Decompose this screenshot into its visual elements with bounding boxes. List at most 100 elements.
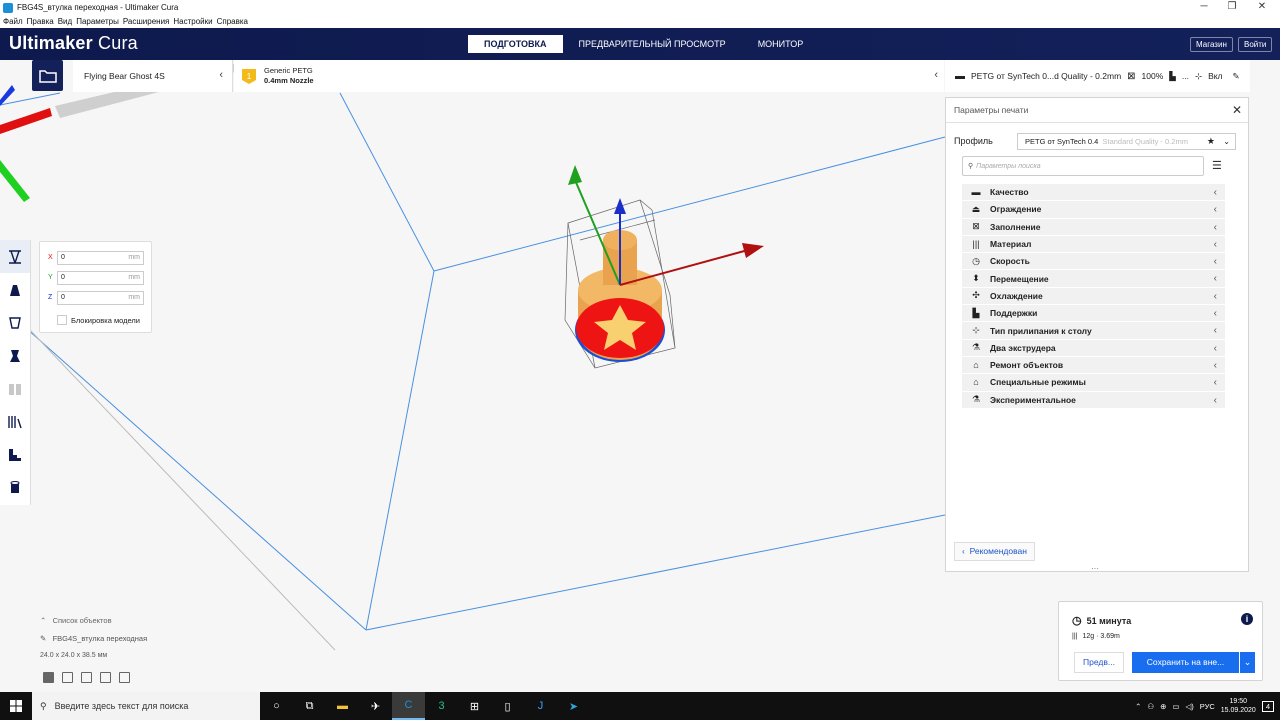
settings-category[interactable]: ◷ Скорость ‹ [962, 253, 1225, 271]
language-indicator[interactable]: РУС [1200, 702, 1215, 711]
preview-button[interactable]: Предв... [1074, 652, 1124, 673]
settings-category[interactable]: ||| Материал ‹ [962, 235, 1225, 254]
menu-edit[interactable]: Правка [27, 17, 54, 26]
view-right-button[interactable] [119, 672, 130, 683]
volume-icon[interactable]: ◁) [1185, 702, 1193, 711]
view-3d-button[interactable] [43, 672, 54, 683]
app-phone-icon[interactable]: ▯ [491, 692, 524, 720]
chevron-left-icon: ‹ [1213, 187, 1217, 198]
signin-button[interactable]: Войти [1238, 37, 1273, 52]
per-model-icon [9, 383, 21, 395]
settings-category[interactable]: ▬ Качество ‹ [962, 184, 1225, 202]
chevron-up-icon: ⌃ [40, 616, 47, 625]
cortana-icon[interactable]: ○ [260, 692, 293, 720]
settings-category[interactable]: ⚗ Два экструдера ‹ [962, 339, 1225, 357]
travel-icon: ⬍ [972, 273, 980, 284]
app-3-icon[interactable]: 3 [425, 692, 458, 720]
object-list-toggle[interactable]: ⌃ Список объектов [40, 616, 112, 625]
app-icon[interactable]: ✈ [359, 692, 392, 720]
app-j-icon[interactable]: J [524, 692, 557, 720]
globe-icon[interactable]: ⊕ [1160, 702, 1166, 711]
profile-dropdown[interactable]: PETG от SynTech 0.4 Standard Quality - 0… [1017, 132, 1236, 150]
settings-category[interactable]: ⊹ Тип прилипания к столу ‹ [962, 322, 1225, 340]
minimize-button[interactable]: ─ [1190, 0, 1218, 15]
marketplace-button[interactable]: Магазин [1190, 37, 1233, 52]
settings-category[interactable]: ⬍ Перемещение ‹ [962, 270, 1225, 288]
lock-model-checkbox[interactable]: Блокировка модели [57, 315, 140, 325]
support-blocker-button[interactable] [0, 405, 30, 438]
x-coordinate-input[interactable]: 0 mm [57, 250, 144, 265]
chevron-up-icon[interactable]: ⌃ [1135, 702, 1141, 711]
monitor-icon[interactable]: ▭ [1172, 702, 1179, 711]
print-settings-summary[interactable]: ▬ PETG от SynTech 0...d Quality - 0.2mm … [945, 60, 1250, 92]
store-icon[interactable]: ⊞ [458, 692, 491, 720]
settings-category[interactable]: ✣ Охлаждение ‹ [962, 287, 1225, 306]
y-coordinate-input[interactable]: 0 mm [57, 270, 144, 285]
cooling-icon: ✣ [972, 290, 980, 301]
object-name[interactable]: ✎ FBG4S_втулка переходная [40, 634, 147, 643]
chevron-left-icon: ‹ [1213, 273, 1217, 285]
settings-category[interactable]: ⏏ Ограждение ‹ [962, 201, 1225, 219]
settings-menu-icon[interactable]: ☰ [1212, 159, 1222, 172]
stage-tabs: ПОДГОТОВКА ПРЕДВАРИТЕЛЬНЫЙ ПРОСМОТР МОНИ… [468, 35, 819, 53]
save-options-dropdown[interactable]: ⌄ [1240, 652, 1255, 673]
svg-text:1: 1 [247, 72, 252, 81]
move-tool-button[interactable] [0, 240, 30, 273]
cylinder-icon [10, 480, 20, 493]
telegram-icon[interactable]: ➤ [557, 692, 590, 720]
view-left-button[interactable] [100, 672, 111, 683]
settings-category[interactable]: ▙ Поддержки ‹ [962, 305, 1225, 323]
menu-view[interactable]: Вид [58, 17, 72, 26]
settings-category-list: ▬ Качество ‹ ⏏ Ограждение ‹ ⊠ Заполнение ‹ ||| Мат… [962, 184, 1225, 409]
recommended-button[interactable]: ‹ Рекомендован [954, 542, 1035, 561]
menu-preferences[interactable]: Настройки [173, 17, 212, 26]
menu-settings[interactable]: Параметры [76, 17, 119, 26]
resize-handle-icon[interactable]: ··· [1091, 564, 1099, 573]
menu-file[interactable]: Файл [3, 17, 23, 26]
settings-category[interactable]: ⌂ Ремонт объектов ‹ [962, 356, 1225, 375]
menu-extensions[interactable]: Расширения [123, 17, 170, 26]
taskbar-search[interactable]: ⚲ Введите здесь текст для поиска [32, 692, 260, 720]
view-front-button[interactable] [62, 672, 73, 683]
dual-extruder-icon: ⚗ [971, 342, 981, 353]
settings-search-input[interactable]: ⚲ Параметры поиска [962, 156, 1204, 176]
maximize-button[interactable]: ❐ [1218, 0, 1246, 15]
settings-category[interactable]: ⌂ Специальные режимы ‹ [962, 374, 1225, 392]
start-button[interactable] [0, 692, 32, 720]
close-icon[interactable]: ✕ [1232, 98, 1242, 122]
checkbox-box[interactable] [57, 315, 67, 325]
save-to-removable-button[interactable]: Сохранить на вне... [1132, 652, 1239, 673]
cura-taskbar-icon[interactable]: C [392, 692, 425, 720]
network-icon[interactable]: ⚇ [1147, 702, 1154, 711]
open-file-button[interactable] [32, 60, 63, 91]
rotate-tool-button[interactable] [0, 306, 30, 339]
menu-bar: Файл Правка Вид Параметры Расширения Нас… [0, 15, 1280, 28]
scale-tool-button[interactable] [0, 273, 30, 306]
clock-icon: ◷ [1072, 615, 1082, 627]
info-icon[interactable]: i [1241, 613, 1253, 625]
file-explorer-icon[interactable]: ▬ [326, 692, 359, 720]
printer-selector[interactable]: Flying Bear Ghost 4S ‹ [73, 60, 233, 92]
view-top-button[interactable] [81, 672, 92, 683]
cylinder-tool-button[interactable] [0, 471, 30, 504]
star-icon[interactable]: ★ [1207, 134, 1215, 149]
settings-category[interactable]: ⊠ Заполнение ‹ [962, 218, 1225, 236]
tab-prepare[interactable]: ПОДГОТОВКА [468, 35, 563, 53]
stairs-tool-button[interactable] [0, 438, 30, 471]
z-coordinate-input[interactable]: 0 mm [57, 290, 144, 305]
tab-monitor[interactable]: МОНИТОР [742, 35, 820, 53]
tab-preview[interactable]: ПРЕДВАРИТЕЛЬНЫЙ ПРОСМОТР [563, 35, 742, 53]
move-gizmo[interactable] [568, 165, 764, 286]
task-view-icon[interactable]: ⧉ [293, 692, 326, 720]
mirror-tool-button[interactable] [0, 339, 30, 372]
close-window-button[interactable]: ✕ [1248, 0, 1276, 15]
category-label: Ограждение [990, 204, 1042, 215]
profile-summary: PETG от SynTech 0...d Quality - 0.2mm [971, 71, 1122, 81]
menu-help[interactable]: Справка [217, 17, 248, 26]
category-label: Экспериментальное [990, 394, 1076, 405]
notifications-icon[interactable]: 4 [1261, 700, 1274, 712]
material-selector[interactable]: 1 Generic PETG 0.4mm Nozzle ‹ [234, 60, 944, 92]
settings-category[interactable]: ⚗ Экспериментальное ‹ [962, 391, 1225, 409]
clock[interactable]: 19:50 15.09.2020 [1221, 697, 1256, 715]
per-model-settings-button[interactable] [0, 372, 30, 405]
